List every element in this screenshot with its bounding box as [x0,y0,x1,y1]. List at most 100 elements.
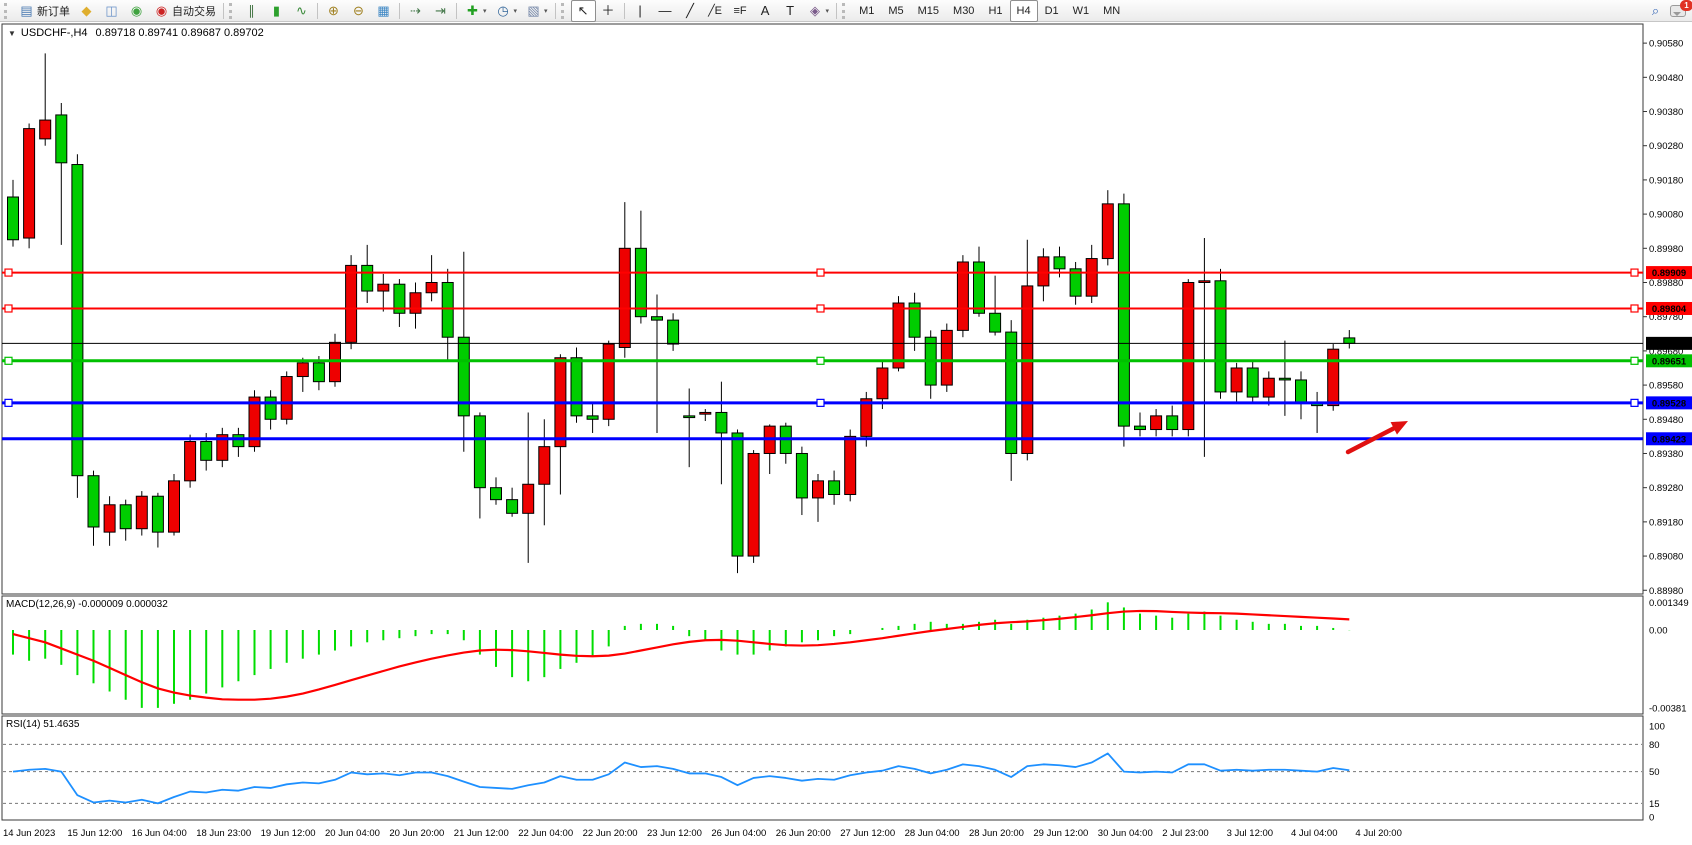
macd-name: MACD(12,26,9) [6,599,75,610]
auto-scroll-button[interactable]: ⇢ [403,0,428,22]
line-handle[interactable] [1631,399,1638,406]
auto-trading-button[interactable]: ◉自动交易 [149,0,220,22]
channel-button[interactable]: ╱E [703,0,728,22]
timeframe-mn[interactable]: MN [1096,0,1127,22]
chart-svg: 0.905800.904800.903800.902800.901800.900… [0,22,1692,845]
time-tick-label: 19 Jun 12:00 [261,828,316,839]
arrow-objects-icon: ◈ [807,2,824,20]
line-handle[interactable] [5,399,12,406]
chart-window: 0.905800.904800.903800.902800.901800.900… [0,22,1692,845]
crosshair-button[interactable]: ＋ [596,0,621,22]
line-handle[interactable] [5,357,12,364]
chart-shift-button[interactable]: ⇥ [428,0,453,22]
text-label-button[interactable]: T [778,0,803,22]
search-button[interactable]: ⌕ [1643,0,1668,22]
candle-body [877,368,888,399]
line-handle[interactable] [817,399,824,406]
time-tick-label: 23 Jun 12:00 [647,828,702,839]
line-handle[interactable] [1631,305,1638,312]
line-chart-button[interactable]: ∿ [289,0,314,22]
indicators-button[interactable]: ✚▾ [460,0,491,22]
candle-body [185,442,196,481]
metaeditor-button[interactable]: ◆ [74,0,99,22]
candlestick-chart-button[interactable]: ▮ [264,0,289,22]
signal-icon: ◉ [128,2,145,20]
toolbar-grip[interactable] [4,3,10,19]
new-order-button[interactable]: ▤新订单 [14,0,74,22]
candle-body [1022,286,1033,454]
cursor-button[interactable]: ↖ [571,0,596,22]
price-tick-label: 0.89080 [1649,552,1683,563]
macd-axis-label: 0.001349 [1649,598,1689,609]
candle-body [668,320,679,344]
notifications-button[interactable]: 1 [1668,1,1690,21]
line-handle[interactable] [1631,357,1638,364]
timeframe-w1[interactable]: W1 [1066,0,1097,22]
candle-body [507,500,518,514]
fibonacci-button[interactable]: ≡F [728,0,753,22]
toolbar-grip[interactable] [842,3,848,19]
periods-button[interactable]: ◷▾ [491,0,522,22]
timeframe-m30[interactable]: M30 [946,0,981,22]
chevron-down-icon[interactable]: ▾ [514,7,518,15]
price-tick-label: 0.90080 [1649,210,1683,221]
candle-body [587,416,598,419]
line-handle[interactable] [1631,269,1638,276]
candle-body [410,293,421,314]
trendline-button[interactable]: ╱ [678,0,703,22]
arrows-button[interactable]: ◈▾ [803,0,834,22]
timeframe-m15[interactable]: M15 [911,0,946,22]
timeframe-m5[interactable]: M5 [881,0,910,22]
candle-body [700,412,711,414]
time-tick-label: 4 Jul 04:00 [1291,828,1337,839]
price-tick-label: 0.90180 [1649,175,1683,186]
candle-body [829,481,840,495]
time-tick-label: 30 Jun 04:00 [1098,828,1153,839]
candle-body [474,416,485,488]
line-handle[interactable] [817,357,824,364]
vertical-line-icon: | [632,2,649,20]
candle-body [442,282,453,337]
chevron-down-icon[interactable]: ▾ [544,7,548,15]
macd-panel [2,596,1643,714]
main-toolbar: ▤新订单◆◫◉◉自动交易∥▮∿⊕⊖▦⇢⇥✚▾◷▾▧▾↖＋|—╱╱E≡FAT◈▾M… [0,0,1692,22]
candle-body [603,344,614,419]
timeframe-m1[interactable]: M1 [852,0,881,22]
candle-body [1183,282,1194,429]
candle-body [88,476,99,527]
line-handle[interactable] [817,269,824,276]
horizontal-line-button[interactable]: — [653,0,678,22]
line-handle[interactable] [817,305,824,312]
tile-windows-icon: ▦ [375,2,392,20]
zoom-out-button[interactable]: ⊖ [346,0,371,22]
collapse-quotes-icon[interactable]: ▼ [8,29,16,38]
timeframe-h1[interactable]: H1 [981,0,1009,22]
text-button[interactable]: A [753,0,778,22]
time-tick-label: 20 Jun 04:00 [325,828,380,839]
time-tick-label: 21 Jun 12:00 [454,828,509,839]
signals-button[interactable]: ◉ [124,0,149,22]
time-axis: 14 Jun 202315 Jun 12:0016 Jun 04:0018 Ju… [3,828,1402,839]
zoom-in-button[interactable]: ⊕ [321,0,346,22]
vertical-line-button[interactable]: | [628,0,653,22]
chevron-down-icon[interactable]: ▾ [483,7,487,15]
candle-body [426,282,437,292]
timeframe-h4[interactable]: H4 [1010,0,1038,22]
time-tick-label: 18 Jun 23:00 [196,828,251,839]
line-handle[interactable] [5,305,12,312]
macd-indicator-label: MACD(12,26,9) -0.000009 0.000032 [6,599,168,610]
terminal-button[interactable]: ◫ [99,0,124,22]
timeframe-d1[interactable]: D1 [1038,0,1066,22]
candle-body [1118,204,1129,426]
candle-body [24,129,35,238]
tile-windows-button[interactable]: ▦ [371,0,396,22]
line-handle[interactable] [5,269,12,276]
chevron-down-icon[interactable]: ▾ [826,7,830,15]
auto-trading-icon: ◉ [153,2,170,20]
toolbar-grip[interactable] [561,3,567,19]
toolbar-grip[interactable] [229,3,235,19]
bar-chart-button[interactable]: ∥ [239,0,264,22]
templates-button[interactable]: ▧▾ [521,0,552,22]
candle-body [201,442,212,461]
time-tick-label: 14 Jun 2023 [3,828,55,839]
